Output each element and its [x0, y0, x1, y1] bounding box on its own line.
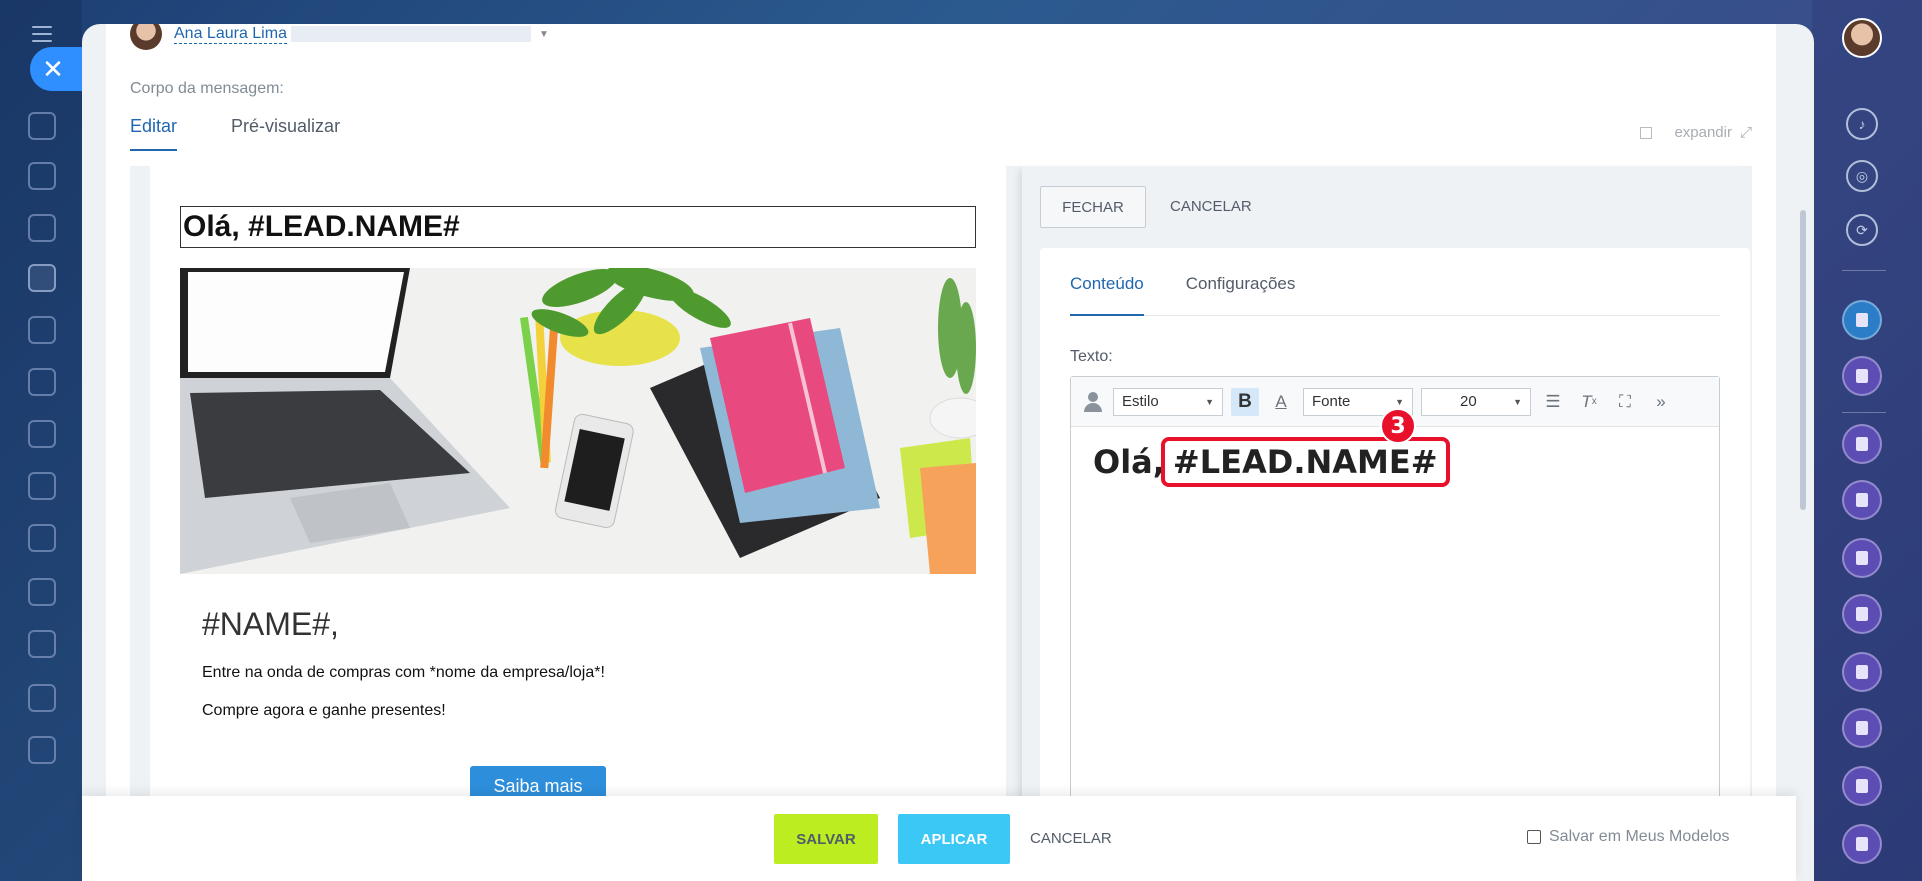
- contact-card-icon[interactable]: [28, 368, 56, 396]
- app-icon[interactable]: [1842, 356, 1882, 396]
- tab-preview[interactable]: Pré-visualizar: [231, 116, 340, 151]
- warehouse-icon[interactable]: [28, 524, 56, 552]
- caret-down-icon: ▼: [1513, 396, 1522, 407]
- cancel-button[interactable]: CANCELAR: [1030, 814, 1112, 864]
- app-icon[interactable]: [1842, 708, 1882, 748]
- save-templates-label: Salvar em Meus Modelos: [1549, 828, 1730, 845]
- style-select[interactable]: Estilo ▼: [1113, 387, 1223, 416]
- caret-down-icon: ▼: [1205, 396, 1214, 407]
- footer-action-bar: SALVAR APLICAR CANCELAR Salvar em Meus M…: [82, 796, 1796, 881]
- step-badge: 3: [1380, 408, 1416, 444]
- document-icon[interactable]: [28, 736, 56, 764]
- lead-name-field-highlight[interactable]: #LEAD.NAME#: [1160, 437, 1450, 487]
- text-color-icon[interactable]: A: [1267, 388, 1295, 416]
- sender-avatar: [130, 24, 162, 50]
- chart-icon[interactable]: [28, 630, 56, 658]
- editor-content[interactable]: Olá, #LEAD.NAME#: [1093, 437, 1450, 487]
- tab-edit[interactable]: Editar: [130, 116, 178, 151]
- sender-email-blurred: [290, 26, 531, 42]
- fullscreen-icon[interactable]: ⛶: [1611, 388, 1639, 416]
- copy-icon[interactable]: [1640, 126, 1653, 139]
- expand-arrows-icon: ⤢: [1739, 124, 1752, 141]
- person-placeholder-icon[interactable]: [1083, 391, 1105, 413]
- sender-name[interactable]: Ana Laura Lima: [174, 25, 287, 44]
- chevron-down-icon[interactable]: ▼: [539, 29, 549, 40]
- email-text-line[interactable]: Compre agora e ganhe presentes!: [202, 702, 446, 720]
- save-to-templates[interactable]: Salvar em Meus Modelos: [1527, 828, 1730, 846]
- email-preview: Olá, #LEAD.NAME# #NAME#, Entre na onda d…: [150, 166, 1006, 881]
- email-banner-image[interactable]: [180, 268, 976, 574]
- email-name-placeholder[interactable]: #NAME#,: [202, 606, 339, 643]
- network-icon[interactable]: [28, 112, 56, 140]
- font-size-select[interactable]: 20 ▼: [1421, 387, 1531, 416]
- style-select-value: Estilo: [1122, 393, 1159, 410]
- bookmark-icon[interactable]: [1842, 300, 1882, 340]
- more-icon[interactable]: »: [1647, 388, 1675, 416]
- align-left-icon[interactable]: ☰: [1539, 388, 1567, 416]
- text-label: Texto:: [1070, 348, 1113, 365]
- settings-card: Conteúdo Configurações Texto: Estilo ▼ B …: [1040, 248, 1750, 881]
- box-icon[interactable]: [28, 472, 56, 500]
- desk-illustration: [180, 268, 976, 574]
- editor-area: Olá, #LEAD.NAME# #NAME#, Entre na onda d…: [130, 166, 1752, 881]
- sync-icon[interactable]: ⟳: [1846, 214, 1878, 246]
- menu-icon[interactable]: [32, 26, 52, 42]
- right-navigation: ♪ ◎ ⟳: [1812, 0, 1922, 881]
- email-heading[interactable]: Olá, #LEAD.NAME#: [180, 206, 976, 248]
- email-editor-panel: Ana Laura Lima ▼ Corpo da mensagem: Edit…: [82, 24, 1814, 881]
- bold-button[interactable]: B: [1231, 387, 1259, 416]
- robot-icon[interactable]: [28, 420, 56, 448]
- font-size-value: 20: [1460, 393, 1477, 410]
- tab-content[interactable]: Conteúdo: [1070, 268, 1144, 316]
- close-button[interactable]: FECHAR: [1040, 186, 1146, 228]
- app-icon[interactable]: [1842, 424, 1882, 464]
- cart-icon[interactable]: [28, 316, 56, 344]
- app-icon[interactable]: [1842, 766, 1882, 806]
- cancel-button[interactable]: CANCELAR: [1170, 186, 1252, 228]
- app-icon[interactable]: [1842, 480, 1882, 520]
- editor-card: Ana Laura Lima ▼ Corpo da mensagem: Edit…: [106, 24, 1776, 881]
- settings-tabs: Conteúdo Configurações: [1070, 268, 1720, 316]
- clear-format-icon[interactable]: Tx: [1575, 388, 1603, 416]
- tasks-icon[interactable]: [28, 162, 56, 190]
- scrollbar[interactable]: [1800, 210, 1806, 510]
- filter-icon[interactable]: [28, 214, 56, 242]
- message-tabs: Editar Pré-visualizar: [130, 116, 340, 151]
- apply-button[interactable]: APLICAR: [898, 814, 1010, 864]
- settings-icon[interactable]: [28, 684, 56, 712]
- target-icon[interactable]: ◎: [1846, 160, 1878, 192]
- sender-row[interactable]: Ana Laura Lima ▼: [130, 24, 549, 50]
- message-body-label: Corpo da mensagem:: [130, 80, 284, 97]
- expand-label: expandir: [1674, 124, 1732, 141]
- app-icon[interactable]: [1842, 538, 1882, 578]
- app-icon[interactable]: [1842, 594, 1882, 634]
- email-text-line[interactable]: Entre na onda de compras com *nome da em…: [202, 664, 605, 682]
- caret-down-icon: ▼: [1395, 396, 1404, 407]
- block-settings-panel: FECHAR CANCELAR Conteúdo Configurações T…: [1022, 166, 1752, 881]
- marketing-icon[interactable]: [28, 264, 56, 292]
- tab-settings[interactable]: Configurações: [1186, 268, 1296, 316]
- bell-icon[interactable]: ♪: [1846, 108, 1878, 140]
- expand-button[interactable]: expandir ⤢: [1640, 124, 1752, 141]
- calendar-icon[interactable]: [28, 578, 56, 606]
- save-templates-checkbox[interactable]: [1527, 830, 1541, 844]
- user-avatar[interactable]: [1842, 18, 1882, 58]
- save-button[interactable]: SALVAR: [774, 814, 878, 864]
- app-icon[interactable]: [1842, 824, 1882, 864]
- app-icon[interactable]: [1842, 652, 1882, 692]
- greeting-text: Olá,: [1093, 443, 1165, 481]
- close-slider-button[interactable]: ✕: [30, 47, 82, 91]
- font-select-value: Fonte: [1312, 393, 1351, 410]
- left-navigation: [0, 0, 82, 881]
